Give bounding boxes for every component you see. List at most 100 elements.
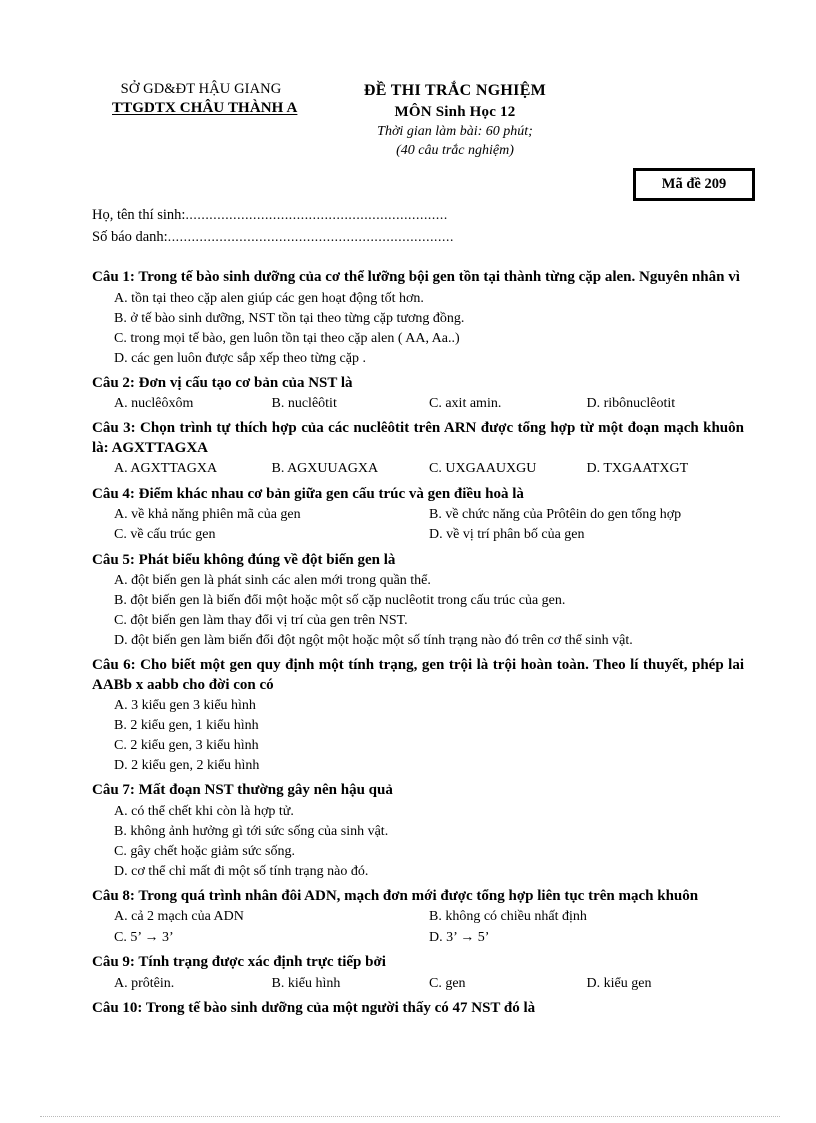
candidate-id-dots: ........................................…	[167, 229, 454, 245]
question-item: Câu 5: Phát biểu không đúng về đột biến …	[92, 551, 744, 652]
candidate-name-row[interactable]: Họ, tên thí sinh:.......................…	[92, 204, 532, 226]
option-letter: A.	[114, 803, 128, 819]
question-option[interactable]: D. các gen luôn được sắp xếp theo từng c…	[92, 349, 744, 369]
option-letter: D.	[114, 758, 128, 774]
question-option[interactable]: D. cơ thể chỉ mất đi một số tính trạng n…	[92, 862, 744, 882]
option-text: không có chiều nhất định	[441, 909, 587, 925]
option-text: 2 kiểu gen, 1 kiểu hình	[126, 718, 259, 734]
question-option[interactable]: D. ribônuclêotit	[587, 394, 745, 414]
question-option[interactable]: B. không ảnh hưởng gì tới sức sống của s…	[92, 822, 744, 842]
question-option[interactable]: B. đột biến gen là biến đổi một hoặc một…	[92, 591, 744, 611]
question-option[interactable]: C. 5’ → 3’	[114, 928, 429, 948]
option-text: trong mọi tế bào, gen luôn tồn tại theo …	[126, 330, 460, 346]
question-option[interactable]: C. về cấu trúc gen	[114, 525, 429, 545]
question-stem: Câu 6: Cho biết một gen quy định một tín…	[92, 657, 744, 693]
question-option[interactable]: D. về vị trí phân bố của gen	[429, 525, 744, 545]
question-options: A. cả 2 mạch của ADN B. không có chiều nh…	[92, 907, 744, 948]
question-option[interactable]: B. về chức năng của Prôtêin do gen tổng …	[429, 505, 744, 525]
question-stem: Câu 5: Phát biểu không đúng về đột biến …	[92, 551, 396, 568]
option-text: UXGAAUXGU	[441, 461, 537, 477]
question-option[interactable]: B. 2 kiểu gen, 1 kiểu hình	[92, 716, 744, 736]
question-stem: Câu 10: Trong tế bào sinh dưỡng của một …	[92, 999, 536, 1016]
option-text: kiểu gen	[600, 975, 652, 991]
exam-question-count: (40 câu trắc nghiệm)	[396, 143, 514, 159]
question-option[interactable]: C. axit amin.	[429, 394, 587, 414]
question-stem: Câu 1: Trong tế bào sinh dưỡng của cơ th…	[92, 269, 740, 285]
option-text: cơ thể chỉ mất đi một số tính trạng nào …	[127, 863, 369, 879]
option-letter: B.	[429, 909, 442, 925]
option-text: AGXUUAGXA	[284, 461, 379, 477]
option-text: TXGAATXGT	[600, 461, 689, 477]
option-letter: B.	[114, 823, 127, 839]
question-option[interactable]: A. nuclêôxôm	[114, 394, 272, 414]
question-option[interactable]: A. tồn tại theo cặp alen giúp các gen ho…	[92, 289, 744, 309]
option-letter: D.	[586, 461, 601, 477]
option-letter: B.	[271, 461, 285, 477]
option-text: cả 2 mạch của ADN	[127, 909, 244, 925]
option-letter: C.	[114, 330, 127, 346]
question-option[interactable]: A. prôtêin.	[114, 974, 272, 994]
question-option[interactable]: A. về khả năng phiên mã của gen	[114, 505, 429, 525]
question-options: A. AGXTTAGXA B. AGXUUAGXA C. UXGAAUXGU D. T…	[92, 459, 744, 479]
question-option[interactable]: A. AGXTTAGXA	[114, 459, 272, 479]
question-stem: Câu 2: Đơn vị cấu tạo cơ bản của NST là	[92, 374, 353, 391]
question-option[interactable]: D. 2 kiểu gen, 2 kiểu hình	[92, 756, 744, 776]
question-stem: Câu 7: Mất đoạn NST thường gây nên hậu q…	[92, 782, 393, 799]
question-option[interactable]: A. đột biến gen là phát sinh các alen mớ…	[92, 571, 744, 591]
question-option[interactable]: C. 2 kiểu gen, 3 kiểu hình	[92, 736, 744, 756]
option-text: về vị trí phân bố của gen	[442, 527, 585, 543]
question-option[interactable]: D. 3’ → 5’	[429, 928, 744, 948]
question-stem: Câu 9: Tính trạng được xác định trực tiế…	[92, 954, 386, 971]
option-letter: B.	[271, 396, 285, 412]
option-text: 3 kiểu gen 3 kiểu hình	[127, 698, 256, 714]
option-text: không ảnh hưởng gì tới sức sống của sinh…	[126, 823, 389, 839]
question-option[interactable]: B. AGXUUAGXA	[272, 459, 430, 479]
option-letter: B.	[114, 310, 127, 326]
option-letter: D.	[114, 633, 128, 649]
option-letter: B.	[114, 593, 127, 609]
candidate-id-row[interactable]: Số báo danh:............................…	[92, 226, 532, 248]
question-option[interactable]: C. gây chết hoặc giảm sức sống.	[92, 842, 744, 862]
option-letter: C.	[114, 527, 127, 543]
footer-divider	[40, 1116, 780, 1117]
question-option[interactable]: B. ở tế bào sinh dưỡng, NST tồn tại theo…	[92, 309, 744, 329]
question-option[interactable]: D. đột biến gen làm biến đổi đột ngột mộ…	[92, 631, 744, 651]
option-text: về khả năng phiên mã của gen	[127, 507, 301, 523]
option-letter: A.	[114, 975, 128, 991]
question-option[interactable]: A. có thể chết khi còn là hợp tử.	[92, 802, 744, 822]
option-text: ribônuclêotit	[600, 396, 676, 412]
option-letter: B.	[429, 507, 442, 523]
question-option[interactable]: D. kiểu gen	[587, 974, 745, 994]
option-letter: C.	[429, 396, 442, 412]
question-options: A. đột biến gen là phát sinh các alen mớ…	[92, 571, 744, 651]
question-option[interactable]: A. 3 kiểu gen 3 kiểu hình	[92, 696, 744, 716]
option-letter: C.	[429, 461, 442, 477]
question-option[interactable]: C. UXGAAUXGU	[429, 459, 587, 479]
candidate-id-label: Số báo danh:	[92, 229, 168, 246]
question-options: A. prôtêin. B. kiểu hình C. gen D. kiểu gen	[92, 974, 744, 994]
option-text: axit amin.	[441, 396, 502, 412]
question-option[interactable]: C. gen	[429, 974, 587, 994]
question-item: Câu 10: Trong tế bào sinh dưỡng của một …	[92, 999, 744, 1019]
question-option[interactable]: C. trong mọi tế bào, gen luôn tồn tại th…	[92, 329, 744, 349]
question-option[interactable]: D. TXGAATXGT	[587, 459, 745, 479]
option-text: về cấu trúc gen	[126, 527, 216, 543]
exam-duration: Thời gian làm bài: 60 phút;	[377, 124, 533, 140]
option-text: gen	[441, 975, 466, 991]
question-option[interactable]: B. nuclêôtit	[272, 394, 430, 414]
exam-page: SỞ GD&ĐT HẬU GIANG TTGDTX CHÂU THÀNH A Đ…	[0, 0, 816, 1123]
question-options: A. tồn tại theo cặp alen giúp các gen ho…	[92, 289, 744, 369]
option-letter: D.	[114, 350, 128, 366]
question-option[interactable]: C. đột biến gen làm thay đổi vị trí của …	[92, 611, 744, 631]
option-letter: D.	[114, 863, 128, 879]
option-text: 5’ → 3’	[126, 929, 174, 945]
question-options: A. về khả năng phiên mã của gen B. về chứ…	[92, 505, 744, 546]
question-option[interactable]: B. kiểu hình	[272, 974, 430, 994]
question-option[interactable]: A. cả 2 mạch của ADN	[114, 907, 429, 927]
question-option[interactable]: B. không có chiều nhất định	[429, 907, 744, 927]
center-name: TTGDTX CHÂU THÀNH A	[112, 100, 298, 117]
option-letter: B.	[271, 975, 285, 991]
option-letter: A.	[114, 396, 128, 412]
document-header: SỞ GD&ĐT HẬU GIANG TTGDTX CHÂU THÀNH A Đ…	[0, 80, 816, 160]
option-text: đột biến gen là biến đổi một hoặc một số…	[126, 593, 566, 609]
